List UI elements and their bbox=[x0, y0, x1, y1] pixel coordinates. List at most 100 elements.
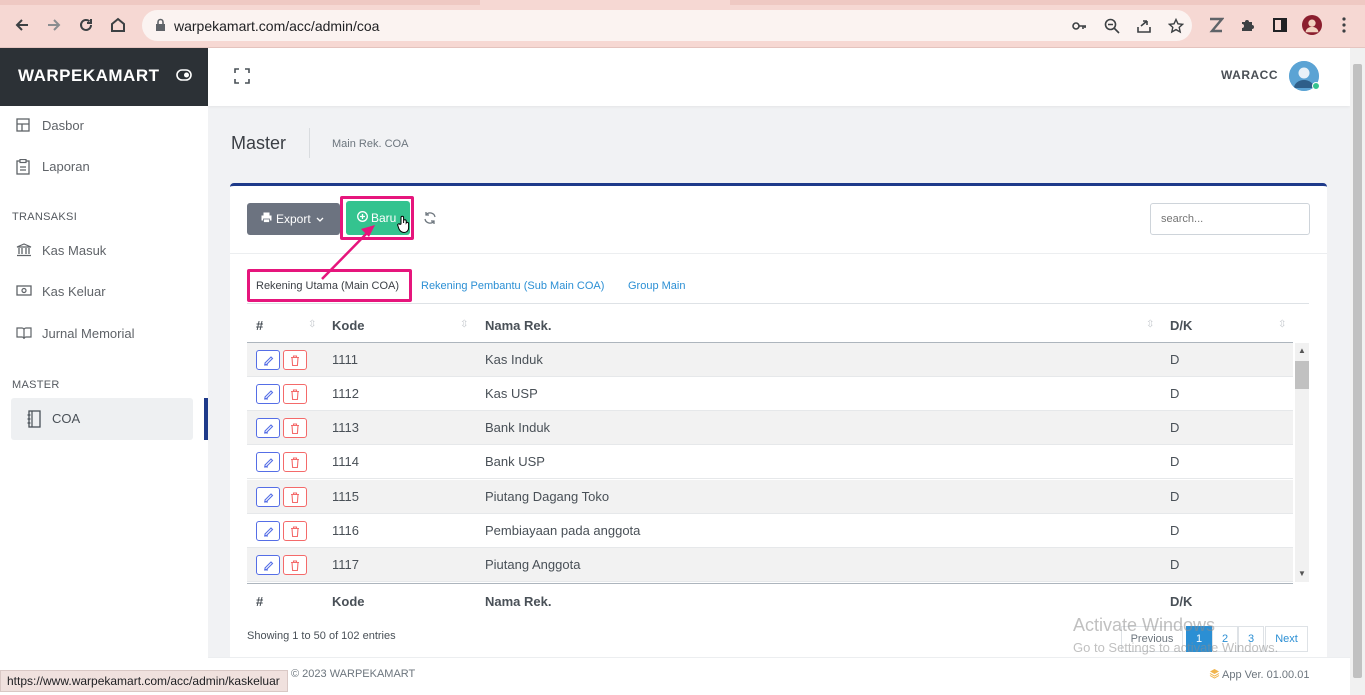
delete-button[interactable] bbox=[283, 418, 307, 438]
column-footer-index: # bbox=[256, 594, 264, 609]
delete-button[interactable] bbox=[283, 555, 307, 575]
scroll-thumb[interactable] bbox=[1295, 361, 1309, 389]
kode-cell: 1116 bbox=[332, 523, 359, 538]
card-divider bbox=[230, 253, 1327, 254]
table-scrollbar[interactable]: ▲ ▼ bbox=[1295, 343, 1309, 582]
delete-button[interactable] bbox=[283, 487, 307, 507]
puzzle-icon[interactable] bbox=[1238, 15, 1258, 35]
sidebar-item-kas-masuk[interactable]: Kas Masuk bbox=[0, 231, 204, 271]
key-icon[interactable] bbox=[1069, 16, 1089, 36]
table-row: 1114 Bank USP D bbox=[247, 445, 1293, 479]
edit-button[interactable] bbox=[256, 555, 280, 575]
sidebar-item-label: Dasbor bbox=[42, 118, 84, 133]
scroll-down-icon[interactable]: ▼ bbox=[1298, 569, 1306, 578]
edit-button[interactable] bbox=[256, 521, 280, 541]
nama-cell: Piutang Dagang Toko bbox=[485, 489, 610, 504]
sort-icon[interactable]: ⇳ bbox=[308, 319, 316, 330]
brand-name[interactable]: WARPEKAMART bbox=[18, 66, 160, 86]
link-status-bar: https://www.warpekamart.com/acc/admin/ka… bbox=[0, 670, 288, 692]
trash-icon bbox=[291, 456, 299, 468]
user-name[interactable]: WARACC bbox=[1221, 68, 1278, 82]
kebab-menu-icon[interactable] bbox=[1334, 15, 1354, 35]
column-header-nama[interactable]: Nama Rek. bbox=[485, 318, 551, 333]
cash-icon bbox=[16, 284, 32, 300]
nama-cell: Kas USP bbox=[485, 386, 538, 401]
page-footer: © 2023 WARPEKAMART App Ver. 01.00.01 bbox=[208, 657, 1350, 695]
online-status-dot bbox=[1312, 82, 1320, 90]
refresh-icon[interactable] bbox=[423, 211, 437, 230]
delete-button[interactable] bbox=[283, 452, 307, 472]
delete-button[interactable] bbox=[283, 384, 307, 404]
edit-button[interactable] bbox=[256, 384, 280, 404]
activate-windows-subtitle: Go to Settings to activate Windows. bbox=[1073, 640, 1279, 655]
sidebar-item-label: Jurnal Memorial bbox=[42, 326, 135, 341]
bank-icon bbox=[16, 243, 32, 259]
tab-sub-main-coa[interactable]: Rekening Pembantu (Sub Main COA) bbox=[421, 280, 604, 292]
edit-button[interactable] bbox=[256, 418, 280, 438]
sidebar-item-laporan[interactable]: Laporan bbox=[0, 147, 204, 187]
kode-cell: 1111 bbox=[332, 352, 359, 367]
edit-icon bbox=[263, 560, 273, 571]
sidebar-item-coa[interactable]: COA bbox=[11, 398, 193, 440]
kode-cell: 1112 bbox=[332, 386, 359, 401]
browser-chrome: warpekamart.com/acc/admin/coa bbox=[0, 0, 1365, 48]
bookmark-star-icon[interactable] bbox=[1166, 16, 1186, 36]
sort-icon[interactable]: ⇳ bbox=[1278, 319, 1286, 330]
layers-icon bbox=[1209, 669, 1220, 679]
edit-button[interactable] bbox=[256, 452, 280, 472]
delete-button[interactable] bbox=[283, 521, 307, 541]
brand-bar: WARPEKAMART bbox=[0, 48, 208, 106]
column-header-index[interactable]: # bbox=[256, 318, 263, 333]
delete-button[interactable] bbox=[283, 350, 307, 370]
profile-avatar[interactable] bbox=[1302, 15, 1322, 35]
edit-icon bbox=[263, 492, 273, 503]
export-label: Export bbox=[276, 212, 311, 226]
sort-icon[interactable]: ⇳ bbox=[460, 319, 468, 330]
column-header-kode[interactable]: Kode bbox=[332, 318, 365, 333]
zoom-out-icon[interactable] bbox=[1102, 16, 1122, 36]
sidebar-item-kas-keluar[interactable]: Kas Keluar bbox=[0, 272, 204, 312]
dk-cell: D bbox=[1170, 489, 1180, 504]
table-row: 1111 Kas Induk D bbox=[247, 343, 1293, 377]
dashboard-icon bbox=[16, 118, 32, 134]
dk-cell: D bbox=[1170, 454, 1180, 469]
page-scrollbar[interactable] bbox=[1350, 48, 1365, 695]
share-icon[interactable] bbox=[1134, 16, 1154, 36]
active-tab[interactable] bbox=[480, 0, 730, 5]
nama-cell: Piutang Anggota bbox=[485, 557, 581, 572]
column-header-dk[interactable]: D/K bbox=[1170, 318, 1192, 333]
tabs-underline bbox=[247, 303, 1309, 304]
sidebar-item-label: Laporan bbox=[42, 159, 90, 174]
column-footer-nama: Nama Rek. bbox=[485, 594, 552, 609]
edit-button[interactable] bbox=[256, 487, 280, 507]
lock-icon[interactable] bbox=[155, 18, 166, 37]
export-button[interactable]: Export bbox=[247, 203, 340, 235]
dk-cell: D bbox=[1170, 386, 1180, 401]
trash-icon bbox=[291, 525, 299, 537]
tab-strip bbox=[0, 0, 1365, 5]
forward-icon[interactable] bbox=[43, 14, 65, 36]
trash-icon bbox=[291, 422, 299, 434]
extension-z-icon[interactable] bbox=[1206, 15, 1226, 35]
table-row: 1115 Piutang Dagang Toko D bbox=[247, 480, 1293, 514]
book-icon bbox=[16, 326, 32, 342]
sidebar-item-dasbor[interactable]: Dasbor bbox=[0, 106, 204, 146]
tab-group-main[interactable]: Group Main bbox=[628, 280, 685, 292]
sort-icon[interactable]: ⇳ bbox=[1146, 319, 1154, 330]
edit-button[interactable] bbox=[256, 350, 280, 370]
reload-icon[interactable] bbox=[75, 14, 97, 36]
copyright-text: © 2023 WARPEKAMART bbox=[291, 668, 416, 680]
address-bar[interactable]: warpekamart.com/acc/admin/coa bbox=[142, 10, 1192, 41]
sidebar: Dasbor Laporan TRANSAKSI Kas Masuk Kas K… bbox=[0, 106, 208, 695]
kode-cell: 1113 bbox=[332, 420, 359, 435]
sidebar-item-jurnal-memorial[interactable]: Jurnal Memorial bbox=[0, 314, 204, 354]
fullscreen-icon[interactable] bbox=[234, 68, 250, 89]
search-input[interactable] bbox=[1150, 203, 1310, 235]
back-icon[interactable] bbox=[11, 14, 33, 36]
dk-cell: D bbox=[1170, 557, 1180, 572]
page-scroll-thumb[interactable] bbox=[1353, 64, 1362, 678]
home-icon[interactable] bbox=[107, 14, 129, 36]
toggle-icon[interactable] bbox=[176, 68, 192, 86]
side-panel-icon[interactable] bbox=[1270, 15, 1290, 35]
scroll-up-icon[interactable]: ▲ bbox=[1298, 346, 1306, 355]
